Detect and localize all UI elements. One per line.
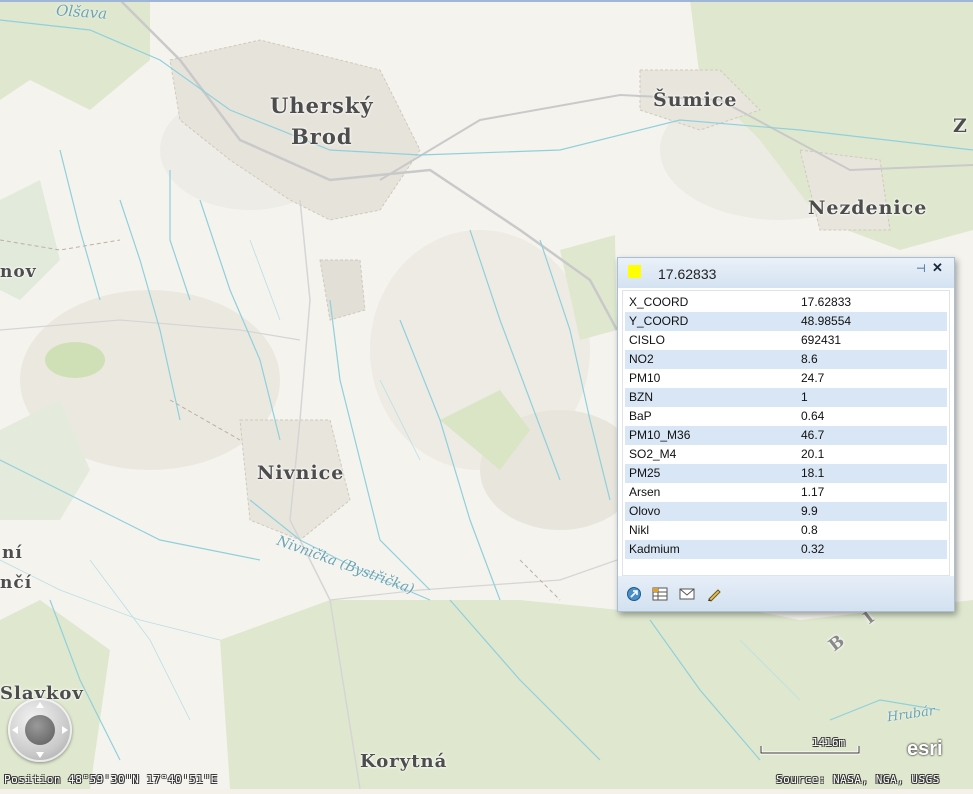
attribute-key: BZN <box>625 388 797 407</box>
attribute-value: 0.8 <box>801 523 818 537</box>
place-label: ní <box>2 543 23 563</box>
attribute-row: Kadmium 0.32 <box>625 540 947 559</box>
feature-symbol-icon <box>628 265 641 278</box>
attribute-row: Nikl 0.8 <box>625 521 947 540</box>
attribute-row: SO2_M4 20.1 <box>625 445 947 464</box>
attribute-key: Arsen <box>629 485 661 499</box>
attribute-row: PM10_M36 46.7 <box>625 426 947 445</box>
river-label: Olšava <box>55 1 108 23</box>
attribute-key: Olovo <box>625 502 797 521</box>
pan-left-icon[interactable] <box>12 726 18 734</box>
table-icon[interactable] <box>652 586 668 602</box>
attribute-row: Y_COORD 48.98554 <box>625 312 947 331</box>
attribute-key: CISLO <box>629 333 666 347</box>
place-label: Z <box>953 115 968 137</box>
pin-icon[interactable]: ⊣ <box>916 262 926 275</box>
attribute-row: NO2 8.6 <box>625 350 947 369</box>
popup-footer <box>618 576 954 611</box>
attribute-key: Y_COORD <box>625 312 797 331</box>
attribute-value: 8.6 <box>797 350 947 369</box>
place-label: Korytná <box>360 751 448 772</box>
window-top-border <box>0 0 973 2</box>
attribute-value: 1.17 <box>801 485 825 499</box>
pan-navigation-control[interactable] <box>8 698 72 762</box>
place-label: Nezdenice <box>808 197 928 219</box>
place-label: Nivnice <box>257 462 345 484</box>
attribute-row: Arsen 1.17 <box>625 483 947 502</box>
info-popup: 17.62833 ⊣ ✕ X_COORD 17.62833 Y_COORD 48.98… <box>617 257 955 612</box>
attribute-row: PM10 24.7 <box>625 369 947 388</box>
attribute-key: Nikl <box>629 523 649 537</box>
edit-pencil-icon[interactable] <box>706 586 722 602</box>
pan-center-button[interactable] <box>25 715 55 745</box>
attribute-key: SO2_M4 <box>629 447 677 461</box>
attribute-row: X_COORD 17.62833 <box>625 293 947 312</box>
email-icon[interactable] <box>679 586 695 602</box>
attribute-value: 17.62833 <box>801 295 852 309</box>
attribute-value: 0.64 <box>801 409 825 423</box>
pan-down-icon[interactable] <box>36 752 44 758</box>
place-label: Šumice <box>653 89 738 111</box>
attribute-value: 0.32 <box>797 540 947 559</box>
attribute-key: PM10_M36 <box>625 426 797 445</box>
attribute-key: NO2 <box>625 350 797 369</box>
topographic-map[interactable]: Uherský Brod Šumice Nezdenice Nivnice Sl… <box>0 0 973 790</box>
close-icon[interactable]: ✕ <box>932 260 943 276</box>
attribute-value: 18.1 <box>797 464 947 483</box>
attribute-table: X_COORD 17.62833 Y_COORD 48.98554 CISLO 69243… <box>625 293 947 559</box>
popup-header: 17.62833 ⊣ ✕ <box>618 258 954 288</box>
esri-logo: esri <box>907 738 943 760</box>
attribute-value: 48.98554 <box>797 312 947 331</box>
attribute-row: CISLO 692431 <box>625 331 947 350</box>
place-label: Brod <box>291 124 353 149</box>
place-label: Uherský <box>270 93 374 118</box>
position-readout: Position 48°59'30"N 17°40'51"E <box>4 773 218 786</box>
attribute-value: 692431 <box>801 333 842 347</box>
pan-right-icon[interactable] <box>62 726 68 734</box>
attribute-key: BaP <box>629 409 652 423</box>
scale-label: 1416m <box>812 736 846 749</box>
attribute-value: 24.7 <box>801 371 825 385</box>
pan-up-icon[interactable] <box>36 702 44 708</box>
attribute-value: 1 <box>797 388 947 407</box>
attribute-value: 9.9 <box>797 502 947 521</box>
attribute-value: 20.1 <box>801 447 825 461</box>
attribute-row: BaP 0.64 <box>625 407 947 426</box>
attribute-panel: X_COORD 17.62833 Y_COORD 48.98554 CISLO 69243… <box>622 290 950 576</box>
place-label: nov <box>0 262 37 282</box>
popup-title: 17.62833 <box>658 266 717 282</box>
attribute-row: PM25 18.1 <box>625 464 947 483</box>
place-label: nčí <box>0 573 33 593</box>
attribution-text: Source: NASA, NGA, USGS <box>776 773 940 786</box>
attribute-row: BZN 1 <box>625 388 947 407</box>
attribute-value: 46.7 <box>797 426 947 445</box>
attribute-key: PM25 <box>625 464 797 483</box>
attribute-key: PM10 <box>629 371 661 385</box>
attribute-key: X_COORD <box>629 295 689 309</box>
zoom-to-icon[interactable] <box>626 586 642 602</box>
attribute-row: Olovo 9.9 <box>625 502 947 521</box>
attribute-key: Kadmium <box>625 540 797 559</box>
